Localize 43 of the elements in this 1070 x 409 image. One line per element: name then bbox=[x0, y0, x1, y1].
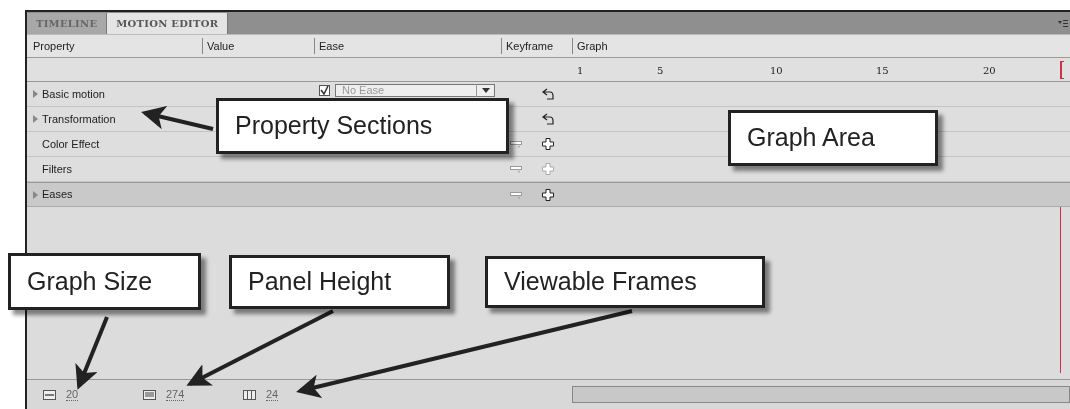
frame-number: 15 bbox=[876, 64, 889, 78]
ease-checkbox[interactable] bbox=[319, 85, 330, 96]
callout-label: Graph Size bbox=[8, 253, 201, 310]
column-heading: Keyframe bbox=[506, 38, 554, 54]
ease-dropdown[interactable]: No Ease bbox=[335, 84, 495, 97]
column-heading: Ease bbox=[319, 38, 345, 54]
frame-number: 1 bbox=[577, 64, 584, 78]
frame-number: 5 bbox=[657, 64, 664, 78]
reset-arrow-icon[interactable] bbox=[542, 113, 554, 125]
property-label: Filters bbox=[42, 161, 72, 177]
callout-label: Viewable Frames bbox=[485, 256, 765, 308]
panel-height-icon bbox=[143, 389, 156, 400]
frame-number: 20 bbox=[983, 64, 996, 78]
panel-menu-icon[interactable] bbox=[1058, 19, 1068, 27]
expand-triangle-icon[interactable] bbox=[33, 190, 38, 199]
callout-label: Panel Height bbox=[229, 255, 450, 309]
reset-arrow-icon[interactable] bbox=[542, 88, 554, 100]
property-label: Eases bbox=[42, 187, 73, 203]
frame-number: 10 bbox=[770, 64, 783, 78]
expand-triangle-icon[interactable] bbox=[33, 115, 38, 123]
playhead-marker[interactable] bbox=[1060, 61, 1064, 79]
callout-label: Graph Area bbox=[728, 110, 938, 166]
keyframe-menu-icon[interactable] bbox=[510, 140, 522, 148]
scrub-value[interactable]: 24 bbox=[266, 388, 279, 401]
column-heading: Property bbox=[33, 38, 75, 54]
property-label: Basic motion bbox=[42, 86, 105, 102]
expand-triangle-icon[interactable] bbox=[33, 90, 38, 98]
property-label: Transformation bbox=[42, 111, 116, 127]
horizontal-scrollbar[interactable] bbox=[572, 386, 1070, 403]
add-keyframe-icon[interactable] bbox=[542, 138, 554, 150]
scrub-value[interactable]: 274 bbox=[166, 388, 185, 401]
scrub-value[interactable]: 20 bbox=[66, 388, 79, 401]
callout-label: Property Sections bbox=[216, 98, 509, 154]
panel-tab[interactable]: TIMELINE bbox=[27, 13, 108, 34]
property-label: Color Effect bbox=[42, 136, 100, 152]
graph-size-icon bbox=[43, 389, 56, 400]
column-heading: Value bbox=[207, 38, 235, 54]
check-icon bbox=[320, 86, 329, 95]
add-keyframe-icon[interactable] bbox=[542, 188, 554, 201]
panel-tab[interactable]: MOTION EDITOR bbox=[107, 13, 229, 34]
highlighted-row[interactable]: Eases bbox=[27, 182, 1070, 207]
column-heading: Graph bbox=[577, 38, 608, 54]
columns-icon bbox=[243, 389, 256, 400]
